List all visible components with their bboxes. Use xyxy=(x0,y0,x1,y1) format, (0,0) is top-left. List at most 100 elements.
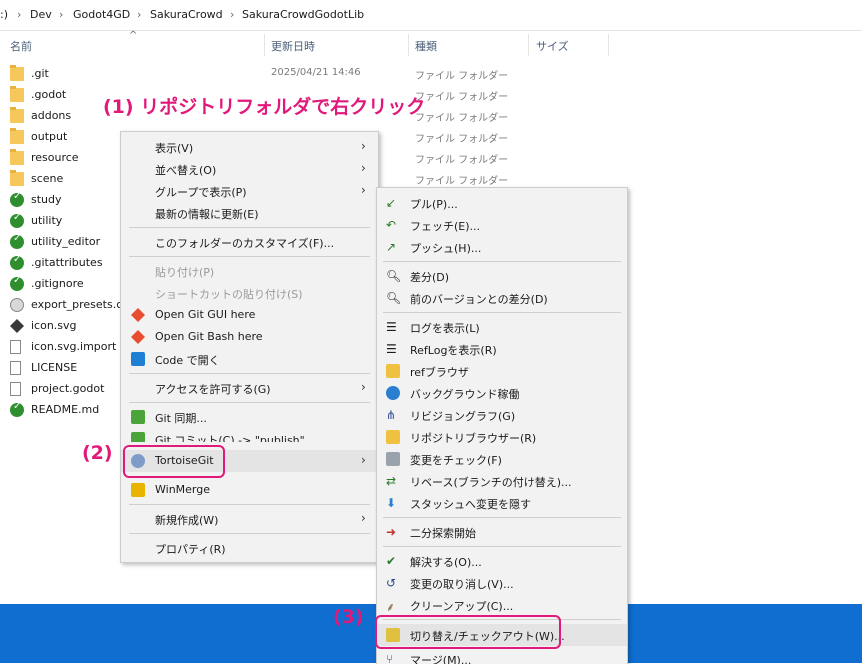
file-type: ファイル フォルダー xyxy=(415,134,509,145)
menu-item-diff-previous[interactable]: 🔍︎ 前のバージョンとの差分(D) xyxy=(377,287,627,309)
file-icon xyxy=(10,361,21,375)
menu-item-git-bash[interactable]: Open Git Bash here xyxy=(121,326,378,348)
menu-item-open-vscode[interactable]: Code で開く xyxy=(121,348,378,370)
menu-item-bisect-start[interactable]: ➜ 二分探索開始 xyxy=(377,521,627,543)
annotation-step2: (2) xyxy=(82,442,113,464)
chevron-right-icon: › xyxy=(137,8,142,21)
menu-item-refresh[interactable]: 最新の情報に更新(E) xyxy=(121,202,378,224)
chevron-right-icon: › xyxy=(361,511,366,525)
folder-icon xyxy=(10,65,24,81)
column-divider[interactable] xyxy=(608,34,609,56)
column-name[interactable]: 名前 xyxy=(10,38,32,54)
breadcrumb-godot4gd[interactable]: Godot4GD xyxy=(73,8,130,21)
git-file-icon xyxy=(10,401,24,417)
breadcrumb-sakuracrowdgodotlib[interactable]: SakuraCrowdGodotLib xyxy=(242,8,364,21)
bisect-icon: ➜ xyxy=(386,525,397,539)
column-divider[interactable] xyxy=(408,34,409,56)
menu-item-pull[interactable]: ↙ プル(P)... xyxy=(377,192,627,214)
tortoisegit-submenu: ↙ プル(P)... ↶ フェッチ(E)... ↗ プッシュ(H)... 🔍︎ 差分(D… xyxy=(376,187,628,664)
menu-item-view[interactable]: 表示(V) › xyxy=(121,136,378,158)
menu-item-check-modifications[interactable]: 変更をチェック(F) xyxy=(377,448,627,470)
menu-separator xyxy=(129,504,370,505)
push-icon: ↗ xyxy=(386,240,397,254)
menu-separator xyxy=(383,312,621,313)
menu-item-ref-browser[interactable]: refブラウザ xyxy=(377,360,627,382)
column-divider[interactable] xyxy=(528,34,529,56)
menu-item-stash-save[interactable]: ⬇ スタッシュへ変更を隠す xyxy=(377,492,627,514)
menu-separator xyxy=(383,517,621,518)
file-name: study xyxy=(31,193,62,206)
git-sync-icon xyxy=(131,410,145,424)
address-bar[interactable]: :) › Dev › Godot4GD › SakuraCrowd › Saku… xyxy=(0,0,862,31)
file-name: addons xyxy=(31,109,72,122)
menu-item-give-access[interactable]: アクセスを許可する(G) › xyxy=(121,377,378,399)
menu-item-paste-shortcut: ショートカットの貼り付け(S) xyxy=(155,288,303,301)
column-header-bar: 名前 更新日時 種類 サイズ xyxy=(0,30,610,60)
breadcrumb-dev[interactable]: Dev xyxy=(30,8,52,21)
chevron-right-icon: › xyxy=(361,453,366,467)
log-icon: ☰ xyxy=(386,342,397,356)
menu-item-merge[interactable]: ⑂ マージ(M)... xyxy=(377,648,627,664)
file-name: icon.svg.import xyxy=(31,340,117,353)
git-folder-icon xyxy=(10,233,24,249)
menu-item-rebase[interactable]: ⇄ リベース(ブランチの付け替え)... xyxy=(377,470,627,492)
menu-item-sort[interactable]: 並べ替え(O) › xyxy=(121,158,378,180)
menu-separator xyxy=(129,373,370,374)
menu-item-cleanup[interactable]: ⸙ クリーンアップ(C)... xyxy=(377,594,627,616)
menu-item-daemon[interactable]: バックグラウンド稼働 xyxy=(377,382,627,404)
menu-item-fetch[interactable]: ↶ フェッチ(E)... xyxy=(377,214,627,236)
log-icon: ☰ xyxy=(386,320,397,334)
pull-icon: ↙ xyxy=(386,196,397,210)
file-date: 2025/04/21 14:46 xyxy=(271,67,361,78)
menu-item-reflog[interactable]: ☰ RefLogを表示(R) xyxy=(377,338,627,360)
chevron-right-icon: › xyxy=(230,8,235,21)
menu-item-git-sync[interactable]: Git 同期... xyxy=(121,406,378,428)
file-name: icon.svg xyxy=(31,319,77,332)
menu-item-show-log[interactable]: ☰ ログを表示(L) xyxy=(377,316,627,338)
sort-ascending-icon: ^ xyxy=(129,30,138,41)
magnifier-icon: 🔍︎ xyxy=(386,269,402,283)
menu-item-winmerge[interactable]: WinMerge xyxy=(121,479,378,501)
git-icon xyxy=(131,308,145,322)
folder-icon xyxy=(10,170,24,186)
menu-item-git-commit[interactable]: Git コミット(C) -> "publish"... xyxy=(121,428,378,442)
svg-file-icon xyxy=(10,319,24,333)
menu-item-diff[interactable]: 🔍︎ 差分(D) xyxy=(377,265,627,287)
stash-icon: ⬇ xyxy=(386,496,397,510)
merge-icon: ⑂ xyxy=(386,652,394,664)
menu-separator xyxy=(129,402,370,403)
file-name: utility_editor xyxy=(31,235,101,248)
menu-item-repo-browser[interactable]: リポジトリブラウザー(R) xyxy=(377,426,627,448)
annotation-step1: (1) リポジトリフォルダで右クリック xyxy=(103,96,426,118)
highlight-box-switch xyxy=(375,615,561,649)
column-modified[interactable]: 更新日時 xyxy=(271,38,315,54)
winmerge-icon xyxy=(131,483,145,497)
menu-item-group[interactable]: グループで表示(P) › xyxy=(121,180,378,202)
menu-item-properties[interactable]: プロパティ(R) xyxy=(121,537,378,559)
column-type[interactable]: 種類 xyxy=(415,38,437,54)
file-row[interactable]: .git 2025/04/21 14:46 ファイル フォルダー xyxy=(10,64,610,85)
menu-item-push[interactable]: ↗ プッシュ(H)... xyxy=(377,236,627,258)
menu-item-new[interactable]: 新規作成(W) › xyxy=(121,508,378,530)
breadcrumb-drive[interactable]: :) xyxy=(0,8,8,21)
column-divider[interactable] xyxy=(264,34,265,56)
menu-item-revert[interactable]: ↺ 変更の取り消し(V)... xyxy=(377,572,627,594)
context-menu: 表示(V) › 並べ替え(O) › グループで表示(P) › 最新の情報に更新(E) … xyxy=(120,131,379,563)
repo-browser-icon xyxy=(386,430,400,444)
menu-item-resolve[interactable]: ✔ 解決する(O)... xyxy=(377,550,627,572)
menu-item-revision-graph[interactable]: ⋔ リビジョングラフ(G) xyxy=(377,404,627,426)
file-name: .git xyxy=(31,67,49,80)
file-icon xyxy=(10,340,21,354)
menu-separator xyxy=(383,261,621,262)
menu-item-paste: 貼り付け(P) xyxy=(155,266,215,279)
menu-separator xyxy=(129,533,370,534)
git-file-icon xyxy=(10,275,24,291)
chevron-right-icon: › xyxy=(17,8,22,21)
breadcrumb-sakuracrowd[interactable]: SakuraCrowd xyxy=(150,8,223,21)
menu-item-git-gui[interactable]: Open Git GUI here xyxy=(121,304,378,326)
menu-item-customize[interactable]: このフォルダーのカスタマイズ(F)... xyxy=(121,231,378,253)
globe-icon xyxy=(386,386,400,400)
file-type: ファイル フォルダー xyxy=(415,155,509,166)
column-size[interactable]: サイズ xyxy=(536,38,569,54)
file-icon xyxy=(10,382,21,396)
